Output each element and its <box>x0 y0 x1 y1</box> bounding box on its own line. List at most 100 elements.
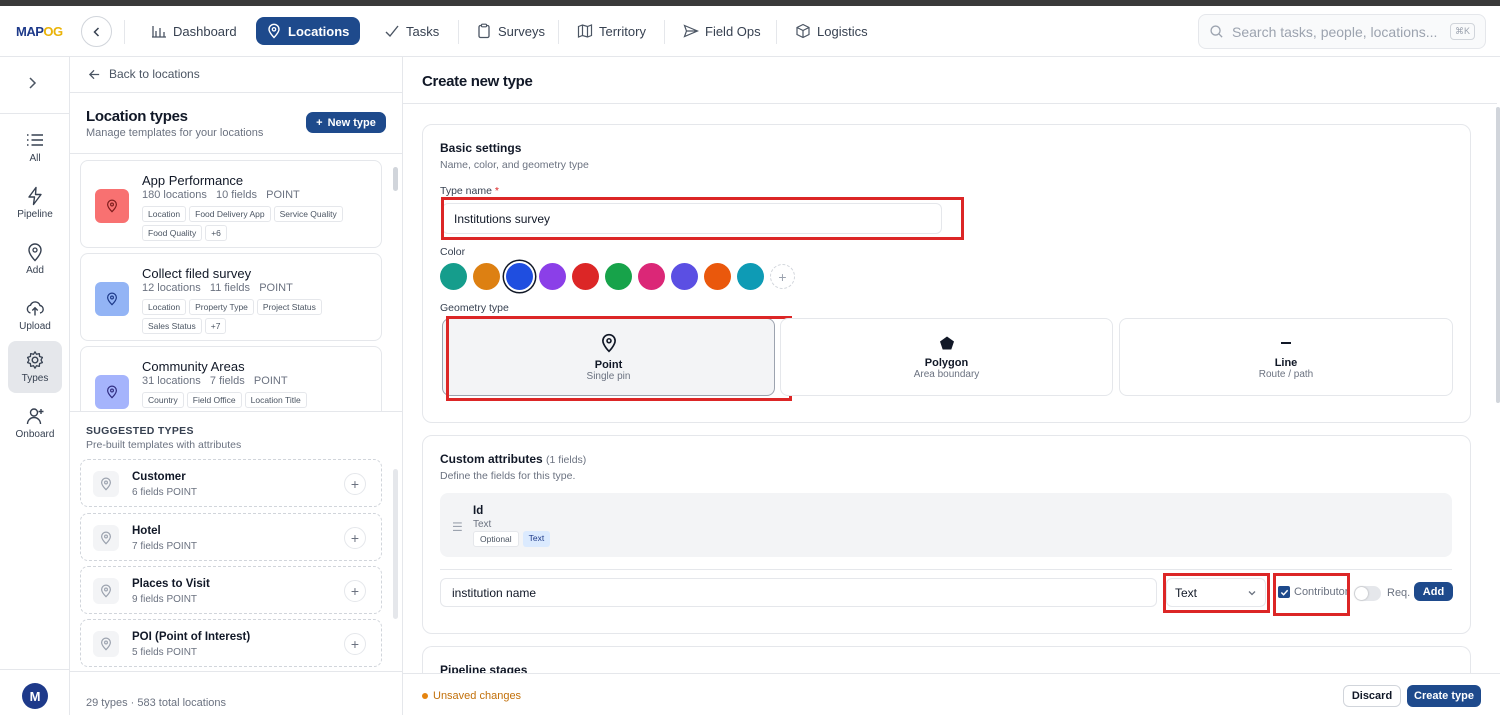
divider <box>558 20 559 44</box>
type-color-icon <box>95 282 129 316</box>
tab-logistics[interactable]: Logistics <box>785 17 878 45</box>
search-icon <box>1210 25 1223 38</box>
suggested-types-list[interactable]: Customer 6 fields POINT + Hotel 7 fields… <box>70 455 403 673</box>
optional-badge: Optional <box>473 531 519 547</box>
box-icon <box>796 23 810 39</box>
location-pin-icon <box>93 525 119 551</box>
required-toggle[interactable] <box>1354 586 1381 601</box>
divider <box>70 671 403 672</box>
tab-territory[interactable]: Territory <box>567 17 656 45</box>
tab-label: Logistics <box>817 23 868 39</box>
geometry-option-line[interactable]: Line Route / path <box>1119 318 1453 396</box>
type-name: App Performance <box>142 173 244 188</box>
location-pin-icon <box>93 471 119 497</box>
attribute-badges: Optional Text <box>473 531 551 547</box>
tag: Location <box>142 206 187 222</box>
add-suggested-type-button[interactable]: + <box>344 580 366 602</box>
nav-back-button[interactable] <box>81 16 112 47</box>
tab-field-ops[interactable]: Field Ops <box>673 17 771 45</box>
location-types-list[interactable]: App Performance 180 locations 10 fields … <box>70 154 403 411</box>
suggested-type-customer[interactable]: Customer 6 fields POINT + <box>80 459 382 507</box>
status-dot <box>422 693 428 699</box>
location-pin-icon <box>268 23 280 39</box>
types-scrollbar[interactable] <box>393 167 398 191</box>
divider <box>440 569 1452 570</box>
tag: Location Title <box>244 392 307 408</box>
discard-button[interactable]: Discard <box>1343 685 1401 707</box>
app-logo[interactable]: MAPOG <box>16 24 63 39</box>
panel-subtitle: Manage templates for your locations <box>86 127 264 139</box>
color-swatch-cyan[interactable] <box>737 263 764 290</box>
suggested-types-title: SUGGESTED TYPES <box>86 425 194 437</box>
clipboard-icon <box>478 23 490 39</box>
expand-rail-button[interactable] <box>24 75 40 94</box>
suggested-types-subtitle: Pre-built templates with attributes <box>86 439 242 451</box>
suggested-type-poi[interactable]: POI (Point of Interest) 5 fields POINT + <box>80 619 382 667</box>
tag: Field Office <box>186 392 242 408</box>
top-navigation-bar: MAPOG Dashboard Locations Tasks Surveys … <box>0 6 1500 57</box>
suggested-scrollbar[interactable] <box>393 469 398 619</box>
geometry-option-polygon[interactable]: Polygon Area boundary <box>780 318 1113 396</box>
type-card-collect-filed-survey[interactable]: Collect filed survey 12 locations 11 fie… <box>80 253 382 341</box>
rail-item-upload[interactable]: Upload <box>8 289 62 341</box>
rail-item-pipeline[interactable]: Pipeline <box>8 177 62 229</box>
attribute-type: Text <box>473 519 492 530</box>
add-suggested-type-button[interactable]: + <box>344 473 366 495</box>
color-swatch-green[interactable] <box>605 263 632 290</box>
unsaved-changes-indicator: Unsaved changes <box>422 690 521 702</box>
suggested-type-hotel[interactable]: Hotel 7 fields POINT + <box>80 513 382 561</box>
suggested-type-meta: 9 fields POINT <box>132 594 198 605</box>
tag: Food Delivery App <box>189 206 271 222</box>
list-icon <box>27 134 43 146</box>
add-custom-color-button[interactable]: + <box>770 264 795 289</box>
rail-item-onboard[interactable]: Onboard <box>8 397 62 449</box>
rail-item-label: Types <box>21 373 49 384</box>
divider <box>124 20 125 44</box>
new-type-button[interactable]: + New type <box>306 112 386 133</box>
user-avatar[interactable]: M <box>22 683 48 709</box>
rail-item-label: Add <box>26 265 44 276</box>
type-color-icon <box>95 189 129 223</box>
tab-locations[interactable]: Locations <box>256 17 360 45</box>
section-title: Basic settings <box>440 141 522 155</box>
color-swatch-blue[interactable] <box>506 263 533 290</box>
type-card-community-areas[interactable]: Community Areas 31 locations 7 fields PO… <box>80 346 382 411</box>
tab-dashboard[interactable]: Dashboard <box>141 17 247 45</box>
global-search-input[interactable]: Search tasks, people, locations... ⌘K <box>1198 14 1486 49</box>
suggested-type-meta: 6 fields POINT <box>132 487 198 498</box>
create-type-button[interactable]: Create type <box>1407 685 1481 707</box>
rail-item-label: Upload <box>19 321 51 332</box>
rail-item-all[interactable]: All <box>8 121 62 173</box>
color-swatch-purple[interactable] <box>539 263 566 290</box>
tab-tasks[interactable]: Tasks <box>374 17 449 45</box>
drag-handle-icon[interactable]: ☰ <box>452 520 463 534</box>
tab-surveys[interactable]: Surveys <box>466 17 555 45</box>
suggested-type-places-to-visit[interactable]: Places to Visit 9 fields POINT + <box>80 566 382 614</box>
location-pin-icon <box>107 199 117 213</box>
required-label: Req. <box>1387 587 1411 599</box>
color-swatch-red[interactable] <box>572 263 599 290</box>
type-name-label: Type name * <box>440 185 499 197</box>
attribute-row-id[interactable]: ☰ Id Text Optional Text <box>440 493 1452 557</box>
color-swatch-orange[interactable] <box>473 263 500 290</box>
add-suggested-type-button[interactable]: + <box>344 633 366 655</box>
color-swatch-indigo[interactable] <box>671 263 698 290</box>
type-name: Collect filed survey <box>142 266 252 281</box>
color-swatch-dark-orange[interactable] <box>704 263 731 290</box>
form-scrollbar[interactable] <box>1496 107 1500 403</box>
add-suggested-type-button[interactable]: + <box>344 527 366 549</box>
tag: +7 <box>204 318 227 334</box>
add-attribute-button[interactable]: Add <box>1414 582 1453 601</box>
color-swatch-teal[interactable] <box>440 263 467 290</box>
suggested-type-name: POI (Point of Interest) <box>132 631 251 643</box>
rail-item-types[interactable]: Types <box>8 341 62 393</box>
geometry-option-sub: Route / path <box>1258 368 1314 380</box>
rail-item-add[interactable]: Add <box>8 233 62 285</box>
tag: Property Type <box>189 299 254 315</box>
type-card-app-performance[interactable]: App Performance 180 locations 10 fields … <box>80 160 382 248</box>
section-subtitle: Name, color, and geometry type <box>440 159 589 171</box>
back-to-locations-link[interactable]: Back to locations <box>88 67 200 81</box>
color-swatch-pink[interactable] <box>638 263 665 290</box>
section-subtitle: Define the fields for this type. <box>440 470 576 482</box>
new-attribute-name-input[interactable]: institution name <box>440 578 1157 607</box>
